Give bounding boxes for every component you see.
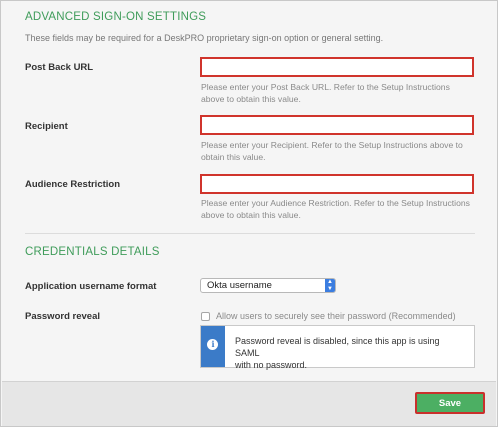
password-reveal-option: Allow users to securely see their passwo… (201, 310, 456, 322)
section-divider (25, 233, 475, 234)
password-reveal-info-box: i Password reveal is disabled, since thi… (200, 325, 475, 370)
username-format-label: Application username format (25, 281, 157, 292)
post-back-url-help-line1: Please enter your Post Back URL. Refer t… (201, 82, 450, 92)
info-message-line1: Password reveal is disabled, since this … (234, 336, 440, 358)
info-strip: i (201, 326, 225, 367)
post-back-url-input[interactable] (200, 57, 474, 77)
audience-restriction-label: Audience Restriction (25, 179, 121, 190)
password-reveal-checkbox-label: Allow users to securely see their passwo… (216, 311, 456, 321)
select-arrows-icon: ▲ ▼ (325, 279, 335, 292)
recipient-help-line2: obtain this value. (201, 152, 266, 162)
password-reveal-checkbox[interactable] (201, 311, 210, 321)
recipient-help: Please enter your Recipient. Refer to th… (201, 139, 476, 163)
post-back-url-label: Post Back URL (25, 62, 94, 73)
audience-restriction-help-line2: above to obtain this value. (201, 210, 301, 220)
post-back-url-help-line2: above to obtain this value. (201, 94, 301, 104)
audience-restriction-help-line1: Please enter your Audience Restriction. … (201, 198, 470, 208)
post-back-url-help: Please enter your Post Back URL. Refer t… (201, 81, 476, 105)
audience-restriction-input[interactable] (200, 174, 474, 194)
app-settings-panel: ADVANCED SIGN-ON SETTINGS These fields m… (0, 0, 498, 427)
info-message: Password reveal is disabled, since this … (225, 326, 474, 370)
info-message-line2: with no password. (234, 360, 307, 370)
info-icon: i (207, 339, 219, 350)
password-reveal-label: Password reveal (25, 311, 100, 322)
recipient-input[interactable] (200, 115, 474, 135)
recipient-help-line1: Please enter your Recipient. Refer to th… (201, 140, 463, 150)
save-button[interactable]: Save (415, 392, 485, 414)
audience-restriction-help: Please enter your Audience Restriction. … (201, 197, 476, 221)
username-format-select[interactable]: Okta username ▲ ▼ (200, 278, 336, 293)
advanced-settings-title: ADVANCED SIGN-ON SETTINGS (25, 11, 207, 23)
recipient-label: Recipient (25, 121, 68, 132)
advanced-settings-description: These fields may be required for a DeskP… (25, 33, 384, 43)
username-format-value: Okta username (207, 280, 272, 291)
credentials-title: CREDENTIALS DETAILS (25, 246, 160, 258)
